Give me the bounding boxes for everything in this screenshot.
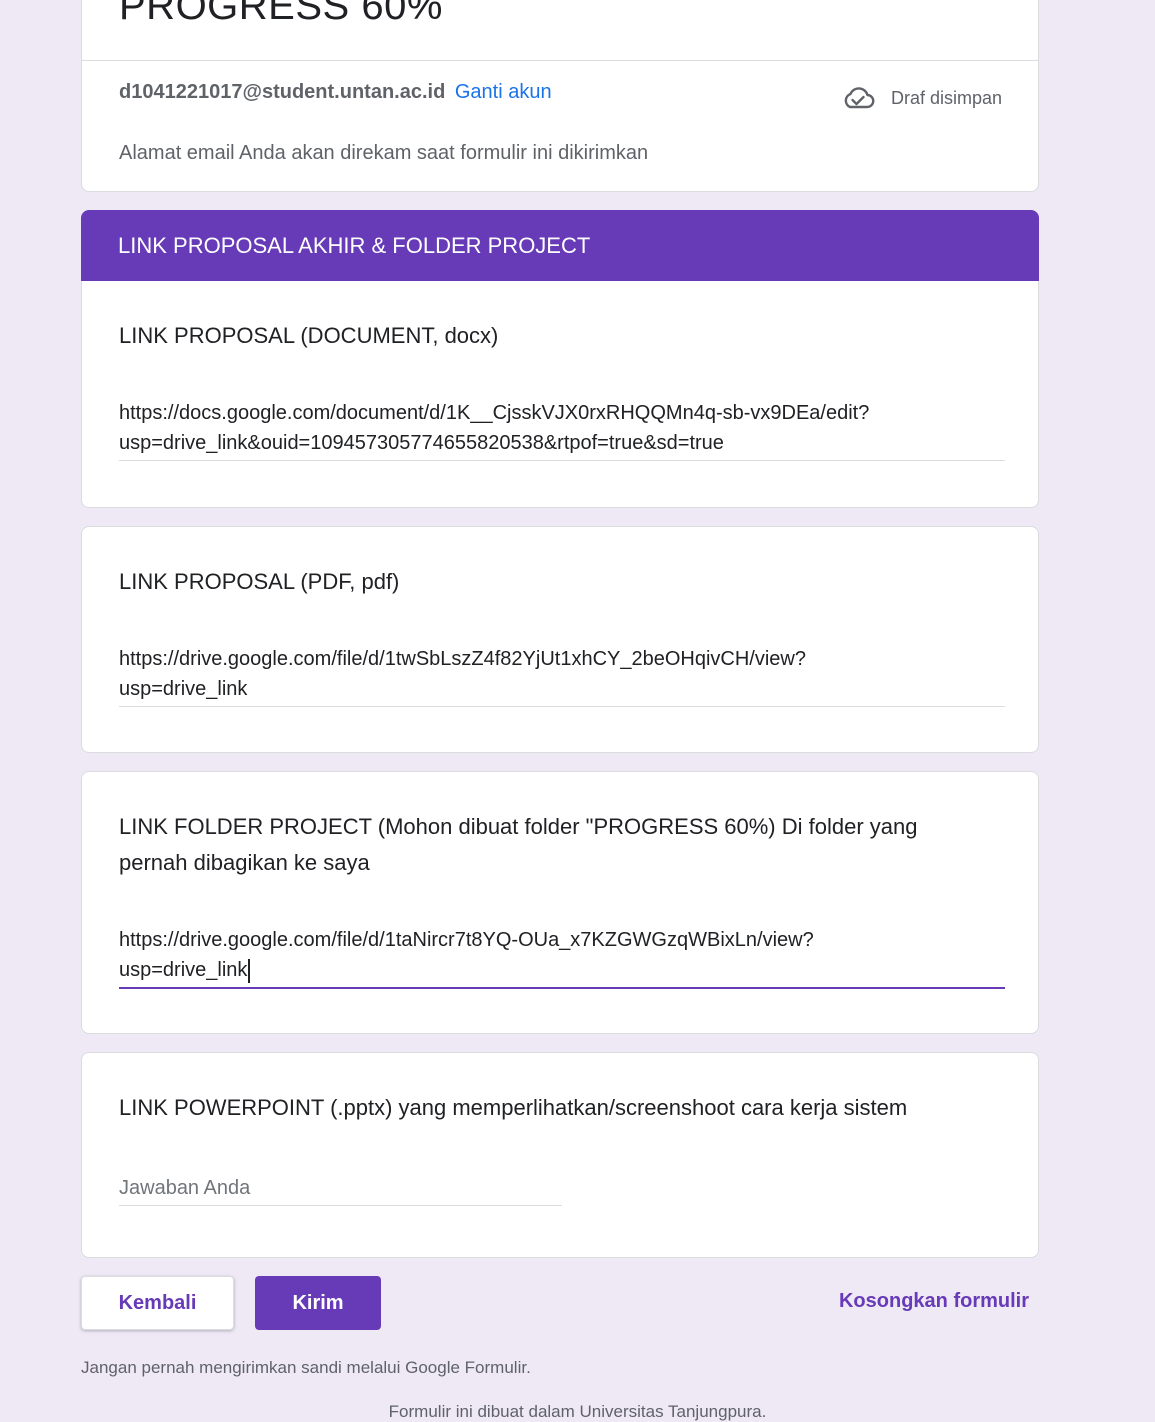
- answer-field[interactable]: https://drive.google.com/file/d/1taNircr…: [119, 925, 1005, 989]
- answer-field[interactable]: https://drive.google.com/file/d/1twSbLsz…: [119, 644, 1005, 707]
- question-label: LINK PROPOSAL (DOCUMENT, docx): [119, 323, 499, 348]
- question-card: LINK PROPOSAL (DOCUMENT, docx) https://d…: [81, 281, 1039, 508]
- clear-form-button[interactable]: Kosongkan formulir: [839, 1290, 1029, 1313]
- answer-text-line-1: https://drive.google.com/file/d/1taNircr…: [119, 929, 814, 951]
- question-card: LINK POWERPOINT (.pptx) yang memperlihat…: [81, 1052, 1039, 1258]
- draft-status-label: Draf disimpan: [890, 87, 1002, 108]
- answer-text-line-2: usp=drive_link: [119, 959, 248, 981]
- question-label: LINK POWERPOINT (.pptx) yang memperlihat…: [119, 1095, 908, 1120]
- back-button[interactable]: Kembali: [81, 1276, 234, 1330]
- answer-placeholder: Jawaban Anda: [119, 1177, 251, 1199]
- section-header: LINK PROPOSAL AKHIR & FOLDER PROJECT: [81, 210, 1039, 281]
- answer-text-line-2: usp=drive_link&ouid=10945730577465582053…: [119, 432, 724, 454]
- account-line: d1041221017@student.untan.ac.id Ganti ak…: [119, 81, 552, 104]
- answer-text-line-1: https://drive.google.com/file/d/1twSbLsz…: [119, 648, 806, 670]
- submit-button[interactable]: Kirim: [255, 1276, 381, 1330]
- question-card: LINK PROPOSAL (PDF, pdf) https://drive.g…: [81, 526, 1039, 753]
- account-email: d1041221017@student.untan.ac.id: [119, 81, 446, 103]
- answer-field[interactable]: Jawaban Anda: [119, 1173, 562, 1206]
- org-footer-note: Formulir ini dibuat dalam Universitas Ta…: [388, 1402, 767, 1421]
- question-label: LINK FOLDER PROJECT (Mohon dibuat folder…: [119, 814, 918, 875]
- text-caret: [248, 958, 250, 983]
- switch-account-link[interactable]: Ganti akun: [455, 81, 552, 103]
- password-warning: Jangan pernah mengirimkan sandi melalui …: [81, 1358, 531, 1377]
- form-header-card: PROGRESS 60% d1041221017@student.untan.a…: [81, 0, 1039, 192]
- question-card: LINK FOLDER PROJECT (Mohon dibuat folder…: [81, 771, 1039, 1034]
- answer-text-line-2-wrapper: usp=drive_link: [119, 955, 1005, 985]
- email-recorded-note: Alamat email Anda akan direkam saat form…: [119, 142, 649, 164]
- section-title: LINK PROPOSAL AKHIR & FOLDER PROJECT: [118, 233, 591, 258]
- answer-text-line-1: https://docs.google.com/document/d/1K__C…: [119, 402, 870, 424]
- form-title: PROGRESS 60%: [119, 0, 443, 28]
- answer-text-line-2: usp=drive_link: [119, 678, 248, 700]
- answer-field[interactable]: https://docs.google.com/document/d/1K__C…: [119, 398, 1005, 461]
- header-divider: [82, 60, 1038, 61]
- draft-status: Draf disimpan: [841, 86, 1002, 110]
- question-label: LINK PROPOSAL (PDF, pdf): [119, 569, 400, 594]
- cloud-check-icon: [841, 86, 875, 110]
